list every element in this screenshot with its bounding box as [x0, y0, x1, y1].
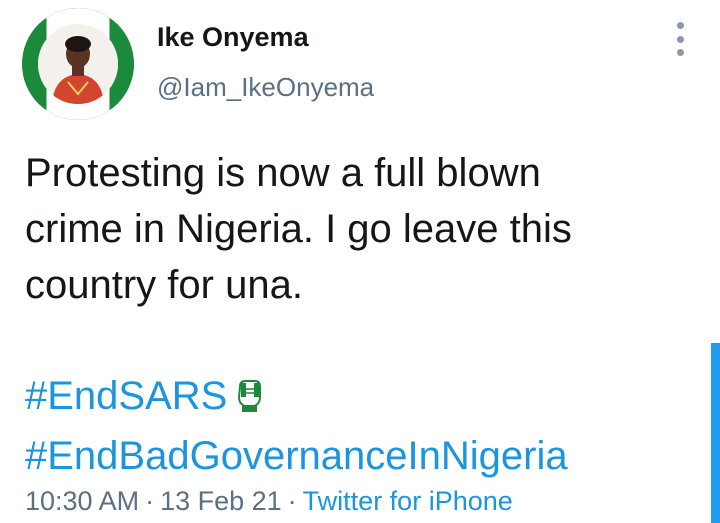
tweet-text-line: country for una.: [25, 263, 303, 307]
more-options-icon[interactable]: [670, 22, 690, 56]
more-dot: [676, 22, 684, 29]
hashtag-link-endbadgovernance[interactable]: #EndBadGovernanceInNigeria: [25, 428, 568, 484]
tweet-text: Protesting is now a full blown crime in …: [25, 145, 665, 313]
tweet-text-line: crime in Nigeria. I go leave this: [25, 207, 572, 251]
meta-separator: ·: [145, 486, 155, 516]
avatar-photo: [38, 24, 118, 104]
display-name[interactable]: Ike Onyema: [157, 22, 309, 53]
person-silhouette-icon: [38, 24, 118, 104]
tweet-time[interactable]: 10:30 AM: [25, 486, 139, 516]
more-dot: [676, 35, 684, 43]
tweet-meta: 10:30 AM · 13 Feb 21 · Twitter for iPhone: [25, 486, 513, 517]
tweet-text-line: Protesting is now a full blown: [25, 151, 541, 195]
nigeria-fist-icon: [235, 372, 263, 428]
user-handle[interactable]: @Iam_IkeOnyema: [157, 72, 374, 103]
hashtag-endsars-row: #EndSARS: [25, 368, 568, 428]
more-dot: [676, 49, 684, 56]
hashtag-block: #EndSARS #EndBadGovernanceInNigeria: [25, 368, 568, 484]
hashtag-link-endsars[interactable]: #EndSARS: [25, 374, 227, 418]
scrollbar[interactable]: [711, 343, 720, 523]
avatar-tag: #Nigerian: [56, 12, 100, 22]
tweet-date[interactable]: 13 Feb 21: [160, 486, 282, 516]
avatar[interactable]: #Nigerian: [22, 8, 134, 120]
meta-separator: ·: [287, 486, 297, 516]
tweet-source-link[interactable]: Twitter for iPhone: [303, 486, 513, 516]
